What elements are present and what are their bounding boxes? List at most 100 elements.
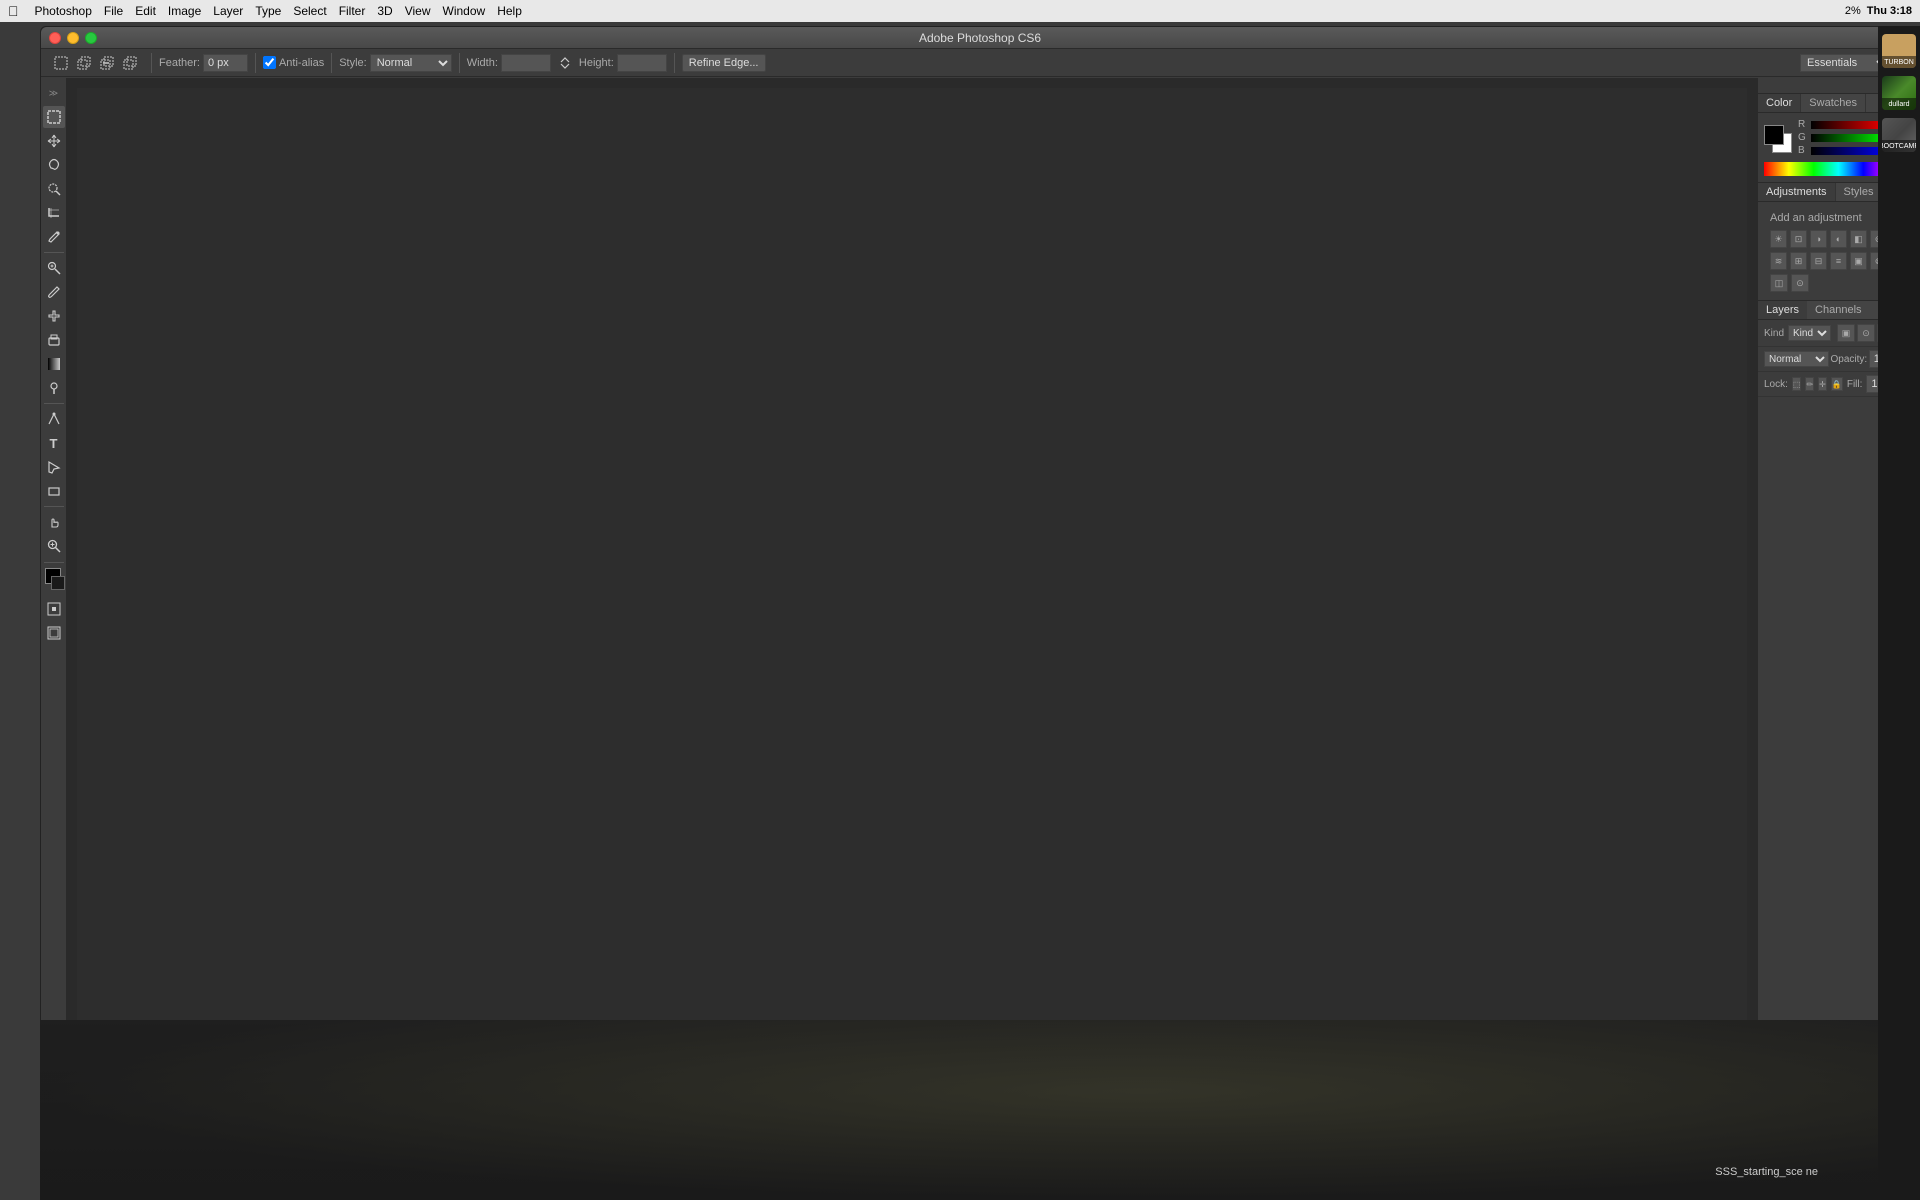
color-tab[interactable]: Color [1758, 94, 1801, 112]
canvas-area[interactable] [67, 78, 1757, 1177]
menu-file[interactable]: File [104, 4, 123, 18]
anti-alias-checkbox[interactable] [263, 56, 276, 69]
tool-zoom[interactable] [43, 535, 65, 557]
adj-vibrance[interactable]: ◧ [1850, 230, 1867, 248]
fg-color-swatch[interactable] [1764, 125, 1784, 145]
apple-menu[interactable]:  [8, 3, 19, 19]
lock-transparent[interactable]: ⬚ [1792, 377, 1802, 391]
lock-label: Lock: [1764, 379, 1788, 390]
width-input[interactable] [501, 54, 551, 72]
window-maximize-button[interactable] [85, 32, 97, 44]
tool-quick-mask[interactable] [43, 598, 65, 620]
mac-battery: 2% [1845, 5, 1861, 17]
window-minimize-button[interactable] [67, 32, 79, 44]
adj-selective-color[interactable]: ⊙ [1791, 274, 1809, 292]
menu-edit[interactable]: Edit [135, 4, 156, 18]
mac-menubar:  Photoshop File Edit Image Layer Type S… [0, 0, 1920, 22]
adj-color-lookup[interactable]: ≡ [1830, 252, 1847, 270]
new-selection-btn[interactable] [51, 53, 71, 73]
tool-path-select[interactable] [43, 456, 65, 478]
profile-thumbnail-turbon[interactable]: TURBON [1882, 34, 1916, 68]
menu-select[interactable]: Select [293, 4, 326, 18]
tool-panel-collapse[interactable]: ≫ [43, 82, 65, 104]
tool-hand[interactable] [43, 511, 65, 533]
tool-eyedropper[interactable] [43, 226, 65, 248]
tool-pen[interactable] [43, 408, 65, 430]
style-select[interactable]: Normal Fixed Ratio Fixed Size [370, 54, 452, 72]
tool-type[interactable]: T [43, 432, 65, 454]
lock-position[interactable]: ✛ [1818, 377, 1827, 391]
tool-rectangular-marquee[interactable] [43, 106, 65, 128]
menu-photoshop[interactable]: Photoshop [35, 4, 92, 18]
toolbar-sep-4 [459, 53, 460, 73]
adj-bw[interactable]: ≋ [1770, 252, 1787, 270]
fg-bg-colors [1764, 125, 1794, 153]
tool-lasso[interactable] [43, 154, 65, 176]
opacity-label: Opacity: [1831, 354, 1868, 365]
adj-invert[interactable]: ▣ [1850, 252, 1867, 270]
adj-photo-filter[interactable]: ⊞ [1790, 252, 1807, 270]
lock-all[interactable]: 🔒 [1831, 377, 1843, 391]
menu-filter[interactable]: Filter [339, 4, 366, 18]
menu-window[interactable]: Window [443, 4, 486, 18]
add-selection-btn[interactable] [74, 53, 94, 73]
menu-layer[interactable]: Layer [213, 4, 243, 18]
tool-quick-select[interactable] [43, 178, 65, 200]
tool-healing[interactable] [43, 257, 65, 279]
width-label: Width: [467, 57, 498, 69]
anti-alias-checkbox-group[interactable]: Anti-alias [263, 56, 324, 69]
tool-eraser[interactable] [43, 329, 65, 351]
feather-input[interactable] [203, 54, 248, 72]
tool-clone[interactable] [43, 305, 65, 327]
ps-options-bar: Feather: Anti-alias Style: Normal Fixed … [41, 49, 1919, 77]
tool-sep-4 [44, 562, 64, 563]
workspace-select[interactable]: Essentials [1800, 54, 1890, 72]
adjustments-tab[interactable]: Adjustments [1758, 183, 1836, 201]
layers-tab[interactable]: Layers [1758, 301, 1807, 319]
subtract-selection-btn[interactable] [97, 53, 117, 73]
adj-levels[interactable]: ⊡ [1790, 230, 1807, 248]
adj-brightness[interactable]: ☀ [1770, 230, 1787, 248]
style-label: Style: [339, 57, 367, 69]
satellite-bg: SSS_starting_sce ne [40, 1020, 1878, 1200]
styles-tab[interactable]: Styles [1836, 183, 1883, 201]
window-close-button[interactable] [49, 32, 61, 44]
channels-tab[interactable]: Channels [1807, 301, 1869, 319]
tool-colors[interactable] [43, 568, 65, 596]
filter-adjustment[interactable]: ⊙ [1857, 324, 1875, 342]
menu-type[interactable]: Type [255, 4, 281, 18]
height-input[interactable] [617, 54, 667, 72]
toolbar-sep-2 [255, 53, 256, 73]
kind-select[interactable]: Kind [1788, 325, 1831, 341]
feather-label: Feather: [159, 57, 200, 69]
menu-3d[interactable]: 3D [377, 4, 392, 18]
window-buttons [49, 32, 97, 44]
adj-exposure[interactable]: ◐ [1830, 230, 1847, 248]
tool-gradient[interactable] [43, 353, 65, 375]
adj-channel-mixer[interactable]: ⊟ [1810, 252, 1827, 270]
tool-shape[interactable] [43, 480, 65, 502]
swatches-tab[interactable]: Swatches [1801, 94, 1866, 112]
adj-curves[interactable]: ◑ [1810, 230, 1827, 248]
tool-move[interactable] [43, 130, 65, 152]
menu-help[interactable]: Help [497, 4, 522, 18]
menu-image[interactable]: Image [168, 4, 201, 18]
blend-mode-select[interactable]: Normal Dissolve Multiply Screen Overlay [1764, 351, 1829, 367]
ps-main: ≫ [41, 78, 1919, 1177]
lock-image[interactable]: ✏ [1805, 377, 1814, 391]
tool-screen-mode[interactable] [43, 622, 65, 644]
tool-crop[interactable] [43, 202, 65, 224]
profile-thumbnail-dullard[interactable]: dullard [1882, 76, 1916, 110]
mac-menu-right: 2% Thu 3:18 [1845, 5, 1912, 17]
tool-sep-1 [44, 252, 64, 253]
background-color[interactable] [51, 576, 65, 590]
tool-brush[interactable] [43, 281, 65, 303]
refine-edge-button[interactable]: Refine Edge... [682, 54, 766, 72]
profile-thumbnail-bootcamp[interactable]: BOOTCAMP [1882, 118, 1916, 152]
filter-pixel[interactable]: ▣ [1837, 324, 1855, 342]
menu-view[interactable]: View [405, 4, 431, 18]
intersect-selection-btn[interactable] [120, 53, 140, 73]
tool-dodge[interactable] [43, 377, 65, 399]
swap-dimensions-btn[interactable] [555, 53, 575, 73]
adj-gradient-map[interactable]: ◫ [1770, 274, 1788, 292]
